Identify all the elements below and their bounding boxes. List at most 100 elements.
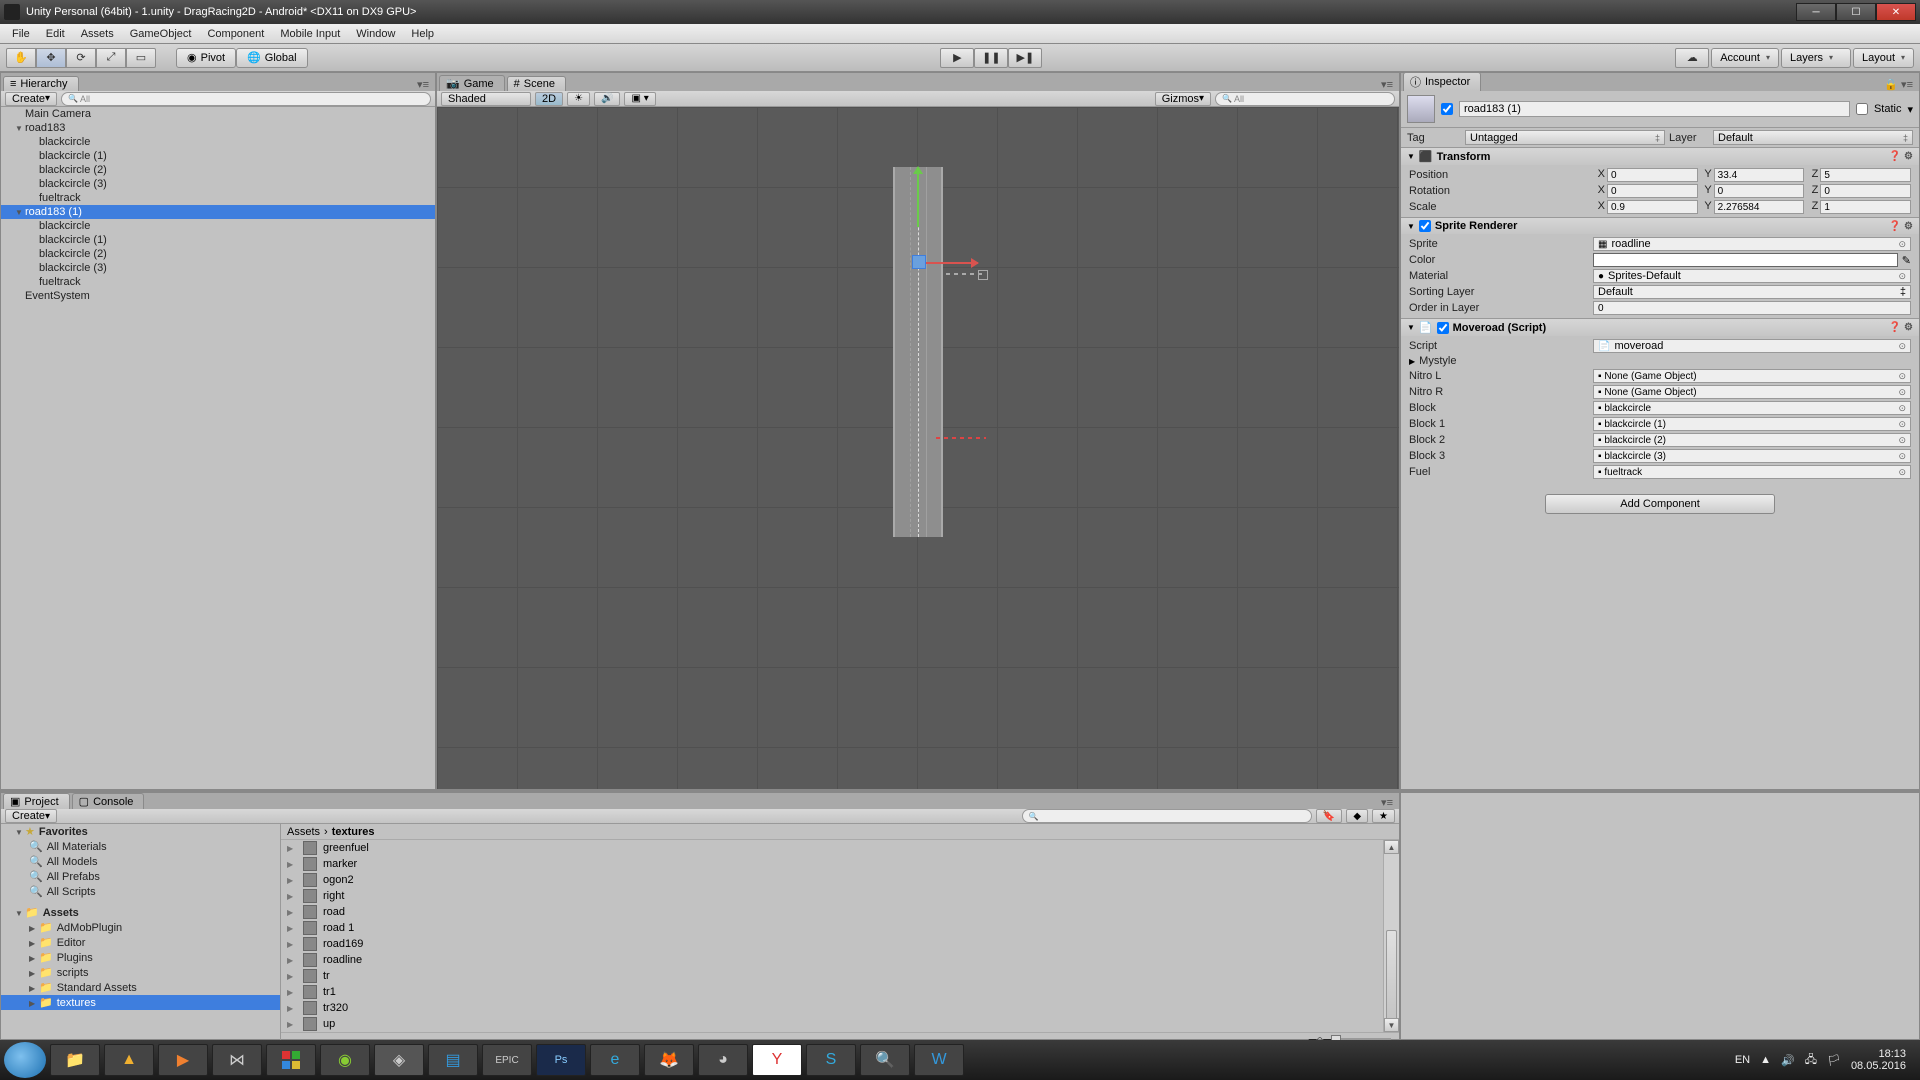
menu-component[interactable]: Component	[199, 26, 272, 42]
layer-dropdown[interactable]: Default	[1713, 130, 1913, 145]
transform-header[interactable]: ▼⬛ Transform❓ ⚙	[1401, 148, 1919, 165]
gear-icon[interactable]: ❓ ⚙	[1889, 221, 1913, 232]
project-asset-item[interactable]: ▶roadline	[281, 952, 1383, 968]
app4-taskbar-icon[interactable]: 🔍	[860, 1044, 910, 1076]
project-create-button[interactable]: Create ▾	[5, 809, 57, 823]
android-studio-icon[interactable]: ◉	[320, 1044, 370, 1076]
sprite-renderer-header[interactable]: ▼ Sprite Renderer❓ ⚙	[1401, 218, 1919, 234]
layout-dropdown[interactable]: Layout	[1853, 48, 1914, 68]
game-tab[interactable]: 📷 Game	[439, 75, 505, 91]
asset-folder[interactable]: ▶📁Editor	[1, 935, 280, 950]
hierarchy-item[interactable]: blackcircle (3)	[1, 177, 435, 191]
add-component-button[interactable]: Add Component	[1545, 494, 1775, 514]
scale-handle[interactable]	[946, 273, 986, 275]
system-clock[interactable]: 18:1308.05.2016	[1851, 1048, 1906, 1072]
project-asset-item[interactable]: ▶right	[281, 888, 1383, 904]
scene-tab[interactable]: # Scene	[507, 76, 566, 91]
sorting-layer-dropdown[interactable]: Default‡	[1593, 285, 1911, 299]
unity-taskbar-icon[interactable]: ◈	[374, 1044, 424, 1076]
hierarchy-search[interactable]: All	[61, 92, 431, 106]
project-asset-item[interactable]: ▶tr1	[281, 984, 1383, 1000]
rotation-y[interactable]	[1714, 184, 1805, 198]
script-field[interactable]: 📄 moveroad	[1593, 339, 1911, 353]
menu-edit[interactable]: Edit	[38, 26, 73, 42]
hand-tool[interactable]: ✋	[6, 48, 36, 68]
scrollbar-thumb[interactable]	[1386, 930, 1397, 1020]
inspector-tab[interactable]: ⓘ Inspector	[1403, 72, 1481, 91]
play-button[interactable]: ▶	[940, 48, 974, 68]
hierarchy-item[interactable]: blackcircle (2)	[1, 247, 435, 261]
script-prop-field[interactable]: ▪ blackcircle	[1593, 401, 1911, 415]
scene-search[interactable]: All	[1215, 92, 1395, 106]
project-asset-item[interactable]: ▶road169	[281, 936, 1383, 952]
hierarchy-tab[interactable]: ≡ Hierarchy	[3, 76, 79, 91]
project-asset-item[interactable]: ▶ogon2	[281, 872, 1383, 888]
scale-x[interactable]	[1607, 200, 1698, 214]
project-search[interactable]	[1022, 809, 1312, 823]
step-button[interactable]: ▶❚	[1008, 48, 1042, 68]
rotation-z[interactable]	[1820, 184, 1911, 198]
scroll-down-icon[interactable]: ▼	[1384, 1018, 1399, 1032]
script-prop-field[interactable]: ▪ blackcircle (2)	[1593, 433, 1911, 447]
hierarchy-item[interactable]: blackcircle (2)	[1, 163, 435, 177]
script-prop-field[interactable]: ▪ blackcircle (1)	[1593, 417, 1911, 431]
hierarchy-item[interactable]: blackcircle (3)	[1, 261, 435, 275]
scale-y[interactable]	[1714, 200, 1805, 214]
volume-icon[interactable]: 🔊	[1781, 1054, 1795, 1067]
script-prop-field[interactable]: ▪ blackcircle (3)	[1593, 449, 1911, 463]
script-prop-field[interactable]: ▪ None (Game Object)	[1593, 385, 1911, 399]
favorite-item[interactable]: 🔍All Prefabs	[1, 869, 280, 884]
gear-icon[interactable]: ❓ ⚙	[1889, 151, 1913, 162]
moveroad-script-header[interactable]: ▼📄 Moveroad (Script)❓ ⚙	[1401, 319, 1919, 336]
hierarchy-item[interactable]: ▼road183	[1, 121, 435, 135]
color-field[interactable]	[1593, 253, 1898, 267]
project-asset-item[interactable]: ▶road	[281, 904, 1383, 920]
lighting-toggle[interactable]: ☀	[567, 92, 590, 106]
hierarchy-item[interactable]: Main Camera	[1, 107, 435, 121]
favorite-item[interactable]: 🔍All Models	[1, 854, 280, 869]
rotation-x[interactable]	[1607, 184, 1698, 198]
hierarchy-item[interactable]: blackcircle	[1, 219, 435, 233]
rotate-tool[interactable]: ⟳	[66, 48, 96, 68]
move-tool[interactable]: ✥	[36, 48, 66, 68]
asset-folder[interactable]: ▶📁textures	[1, 995, 280, 1010]
hierarchy-item[interactable]: ▼road183 (1)	[1, 205, 435, 219]
firefox-taskbar-icon[interactable]: 🦊	[644, 1044, 694, 1076]
cloud-button[interactable]: ☁	[1675, 48, 1709, 68]
hierarchy-item[interactable]: blackcircle (1)	[1, 149, 435, 163]
wmp-taskbar-icon[interactable]: ▶	[158, 1044, 208, 1076]
pivot-toggle[interactable]: ◉ Pivot	[176, 48, 236, 68]
gizmos-dropdown[interactable]: Gizmos ▾	[1155, 92, 1211, 106]
yandex-taskbar-icon[interactable]: Y	[752, 1044, 802, 1076]
project-asset-item[interactable]: ▶up	[281, 1016, 1383, 1032]
hierarchy-item[interactable]: fueltrack	[1, 275, 435, 289]
gameobject-active-checkbox[interactable]	[1441, 103, 1453, 115]
ie-taskbar-icon[interactable]: e	[590, 1044, 640, 1076]
hierarchy-create-button[interactable]: Create ▾	[5, 92, 57, 106]
app3-taskbar-icon[interactable]	[266, 1044, 316, 1076]
layers-dropdown[interactable]: Layers	[1781, 48, 1851, 68]
assets-folder[interactable]: ▼📁Assets	[1, 905, 280, 920]
hierarchy-item[interactable]: fueltrack	[1, 191, 435, 205]
scale-tool[interactable]: ⤢	[96, 48, 126, 68]
epic-taskbar-icon[interactable]: EPIC	[482, 1044, 532, 1076]
asset-folder[interactable]: ▶📁scripts	[1, 965, 280, 980]
start-button[interactable]	[4, 1042, 46, 1078]
account-dropdown[interactable]: Account	[1711, 48, 1779, 68]
panel-menu-icon[interactable]: ▾≡	[413, 78, 433, 91]
asset-folder[interactable]: ▶📁AdMobPlugin	[1, 920, 280, 935]
script-prop-field[interactable]: ▪ None (Game Object)	[1593, 369, 1911, 383]
menu-gameobject[interactable]: GameObject	[122, 26, 200, 42]
scale-z[interactable]	[1820, 200, 1911, 214]
console-tab[interactable]: ▢ Console	[72, 793, 145, 809]
shaded-dropdown[interactable]: Shaded	[441, 92, 531, 106]
word-taskbar-icon[interactable]: W	[914, 1044, 964, 1076]
mystyle-label[interactable]: Mystyle	[1419, 355, 1591, 367]
menu-file[interactable]: File	[4, 26, 38, 42]
move-gizmo-center[interactable]	[912, 255, 926, 269]
search-filter-3[interactable]: ★	[1372, 809, 1395, 823]
eyedropper-icon[interactable]: ✎	[1902, 254, 1911, 267]
menu-help[interactable]: Help	[403, 26, 442, 42]
project-folder-tree[interactable]: ▼★Favorites🔍All Materials🔍All Models🔍All…	[1, 824, 281, 1046]
gear-icon[interactable]: ❓ ⚙	[1889, 322, 1913, 333]
